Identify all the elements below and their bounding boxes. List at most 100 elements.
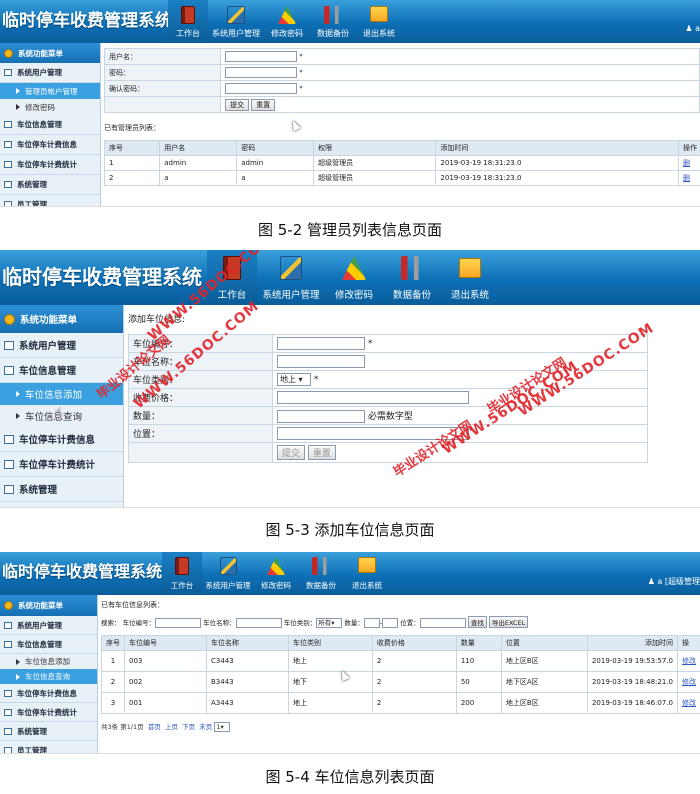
search-button[interactable]: 查找 [467,616,487,628]
sidebar-group-stats[interactable]: 车位停车计费统计 [0,703,97,722]
nav-change-password[interactable]: 修改密码 [325,250,383,305]
menu-dot-icon [4,601,13,610]
nav-change-password[interactable]: 修改密码 [264,0,310,43]
edit-link[interactable]: 修改 [682,657,696,665]
prev-page-link[interactable]: 上页 [165,723,178,731]
delete-link[interactable]: 删 [683,159,690,167]
edit-link[interactable]: 修改 [682,678,696,686]
search-pos-input[interactable] [419,618,466,628]
sidebar-head: 系统功能菜单 [0,305,123,333]
sidebar-item-change-password[interactable]: 修改密码 [0,99,100,115]
book-icon [175,557,189,575]
sidebar-item-query-slot[interactable]: 车位信息查询 [0,669,97,684]
sidebar-group-billing[interactable]: 车位停车计费信息 [0,427,123,452]
caption-fig-5-2: 图 5-2 管理员列表信息页面 [257,221,443,239]
last-page-link[interactable]: 末页 [199,723,212,731]
sidebar-group-billing[interactable]: 车位停车计费信息 [0,684,97,703]
nav-change-password[interactable]: 修改密码 [254,552,298,595]
qty-label: 数量： [128,406,273,425]
slot-no-input[interactable] [277,337,365,350]
nav-logout[interactable]: 退出系统 [356,0,402,43]
search-no-input[interactable] [155,618,202,628]
folder-icon [4,181,12,188]
header: 临时停车收费管理系统 工作台 系统用户管理 修改密码 数据备份 退出系统 [0,0,700,43]
qty-input[interactable] [277,409,365,423]
sidebar-group-slots[interactable]: 车位信息管理 [0,115,100,135]
folder-icon [4,434,14,444]
nav-workbench[interactable]: 工作台 [162,552,202,595]
sidebar-group-staff[interactable]: 员工管理 [0,741,97,753]
sidebar-group-slots[interactable]: 车位信息管理 [0,635,97,654]
screenshot-add-slot: 临时停车收费管理系统 工作台 系统用户管理 修改密码 数据备份 退出系统 系统功… [0,250,700,508]
username-input[interactable] [225,51,297,62]
sidebar-group-users[interactable]: 系统用户管理 [0,616,97,635]
sidebar-group-staff[interactable]: 员工管理 [0,195,100,206]
password-input[interactable] [225,67,297,78]
menu-dot-icon [4,313,15,325]
edit-link[interactable]: 修改 [682,699,696,707]
table-row: 1 admin admin 超级管理员 2019-03-19 18:31:23.… [103,155,700,171]
sidebar-group-system[interactable]: 系统管理 [0,477,123,502]
sidebar-group-system[interactable]: 系统管理 [0,722,97,741]
folder-icon [4,727,12,735]
folder-icon [4,201,12,206]
user-tag[interactable]: ♟ a [685,24,700,33]
search-name-input[interactable] [235,618,282,628]
main-content: 用户名： * 密码： * 确认密码： * 提交 重置 已有管理员列表： 序号 用… [103,48,700,186]
confirm-password-input[interactable] [225,83,297,94]
nav-backup[interactable]: 数据备份 [310,0,356,43]
tools-icon [324,6,342,24]
sidebar-group-system[interactable]: 系统管理 [0,175,100,195]
sidebar-group-stats[interactable]: 车位停车计费统计 [0,155,100,175]
user-tag[interactable]: ♟ a [超级管理 [648,576,700,587]
nav-backup[interactable]: 数据备份 [298,552,344,595]
first-page-link[interactable]: 首页 [148,723,161,731]
nav-workbench[interactable]: 工作台 [168,0,208,43]
sidebar: 系统功能菜单 系统用户管理 车位信息管理 车位信息添加 车位信息查询 车位停车计… [0,595,98,753]
nav-logout[interactable]: 退出系统 [441,250,499,305]
sidebar-item-admin-accounts[interactable]: 管理员帐户管理 [0,83,100,99]
table-row: 1 003 C3443 地上 2 110 地上区B区 2019-03-19 19… [101,650,700,672]
export-excel-button[interactable]: 导出EXCEL [488,616,529,628]
folder-icon [4,365,14,375]
sidebar-group-billing[interactable]: 车位停车计费信息 [0,135,100,155]
username-label: 用户名： [104,48,221,65]
folder-icon [4,484,14,494]
search-type-select[interactable]: 所有▾ [316,618,343,628]
sidebar-group-users[interactable]: 系统用户管理 [0,333,123,358]
slot-list-title: 已有车位信息列表： [101,601,164,609]
app-title: 临时停车收费管理系统 [2,265,202,289]
slot-name-input[interactable] [277,355,365,368]
page-select[interactable]: 1▾ [214,722,231,732]
nav-user-mgmt[interactable]: 系统用户管理 [208,0,264,43]
reset-button[interactable]: 重置 [251,98,276,111]
tools-icon [401,256,423,280]
arrow-icon [16,658,20,665]
reset-button[interactable]: 重置 [307,445,336,460]
folder-icon [4,141,12,148]
nav-logout[interactable]: 退出系统 [344,552,390,595]
tools-icon [312,557,330,575]
delete-link[interactable]: 删 [683,174,690,182]
submit-button[interactable]: 提交 [277,445,306,460]
search-qty-min-input[interactable] [363,618,380,628]
sidebar-group-users[interactable]: 系统用户管理 [0,63,100,83]
ruler-icon [227,6,245,24]
screenshot-admin-list: 临时停车收费管理系统 工作台 系统用户管理 修改密码 数据备份 退出系统 ♟ a… [0,0,700,207]
folder-icon [4,340,14,350]
header: 临时停车收费管理系统 工作台 系统用户管理 修改密码 数据备份 退出系统 [0,552,700,595]
slot-type-select[interactable]: 地上 ▾ [277,373,311,386]
sidebar-group-stats[interactable]: 车位停车计费统计 [0,452,123,477]
hand-cursor-icon: ☝ [54,405,62,420]
submit-button[interactable]: 提交 [225,98,249,111]
nav-backup[interactable]: 数据备份 [383,250,441,305]
arrow-icon [16,391,20,397]
price-input[interactable] [277,391,469,404]
nav-user-mgmt[interactable]: 系统用户管理 [202,552,254,595]
nav-user-mgmt[interactable]: 系统用户管理 [257,250,325,305]
search-qty-max-input[interactable] [382,618,399,628]
next-page-link[interactable]: 下页 [182,723,195,731]
screenshot-slot-list: 临时停车收费管理系统 工作台 系统用户管理 修改密码 数据备份 退出系统 ♟ a… [0,552,700,754]
sidebar-group-staff[interactable]: 员工管理 [0,502,123,507]
sidebar-item-add-slot[interactable]: 车位信息添加 [0,654,97,669]
